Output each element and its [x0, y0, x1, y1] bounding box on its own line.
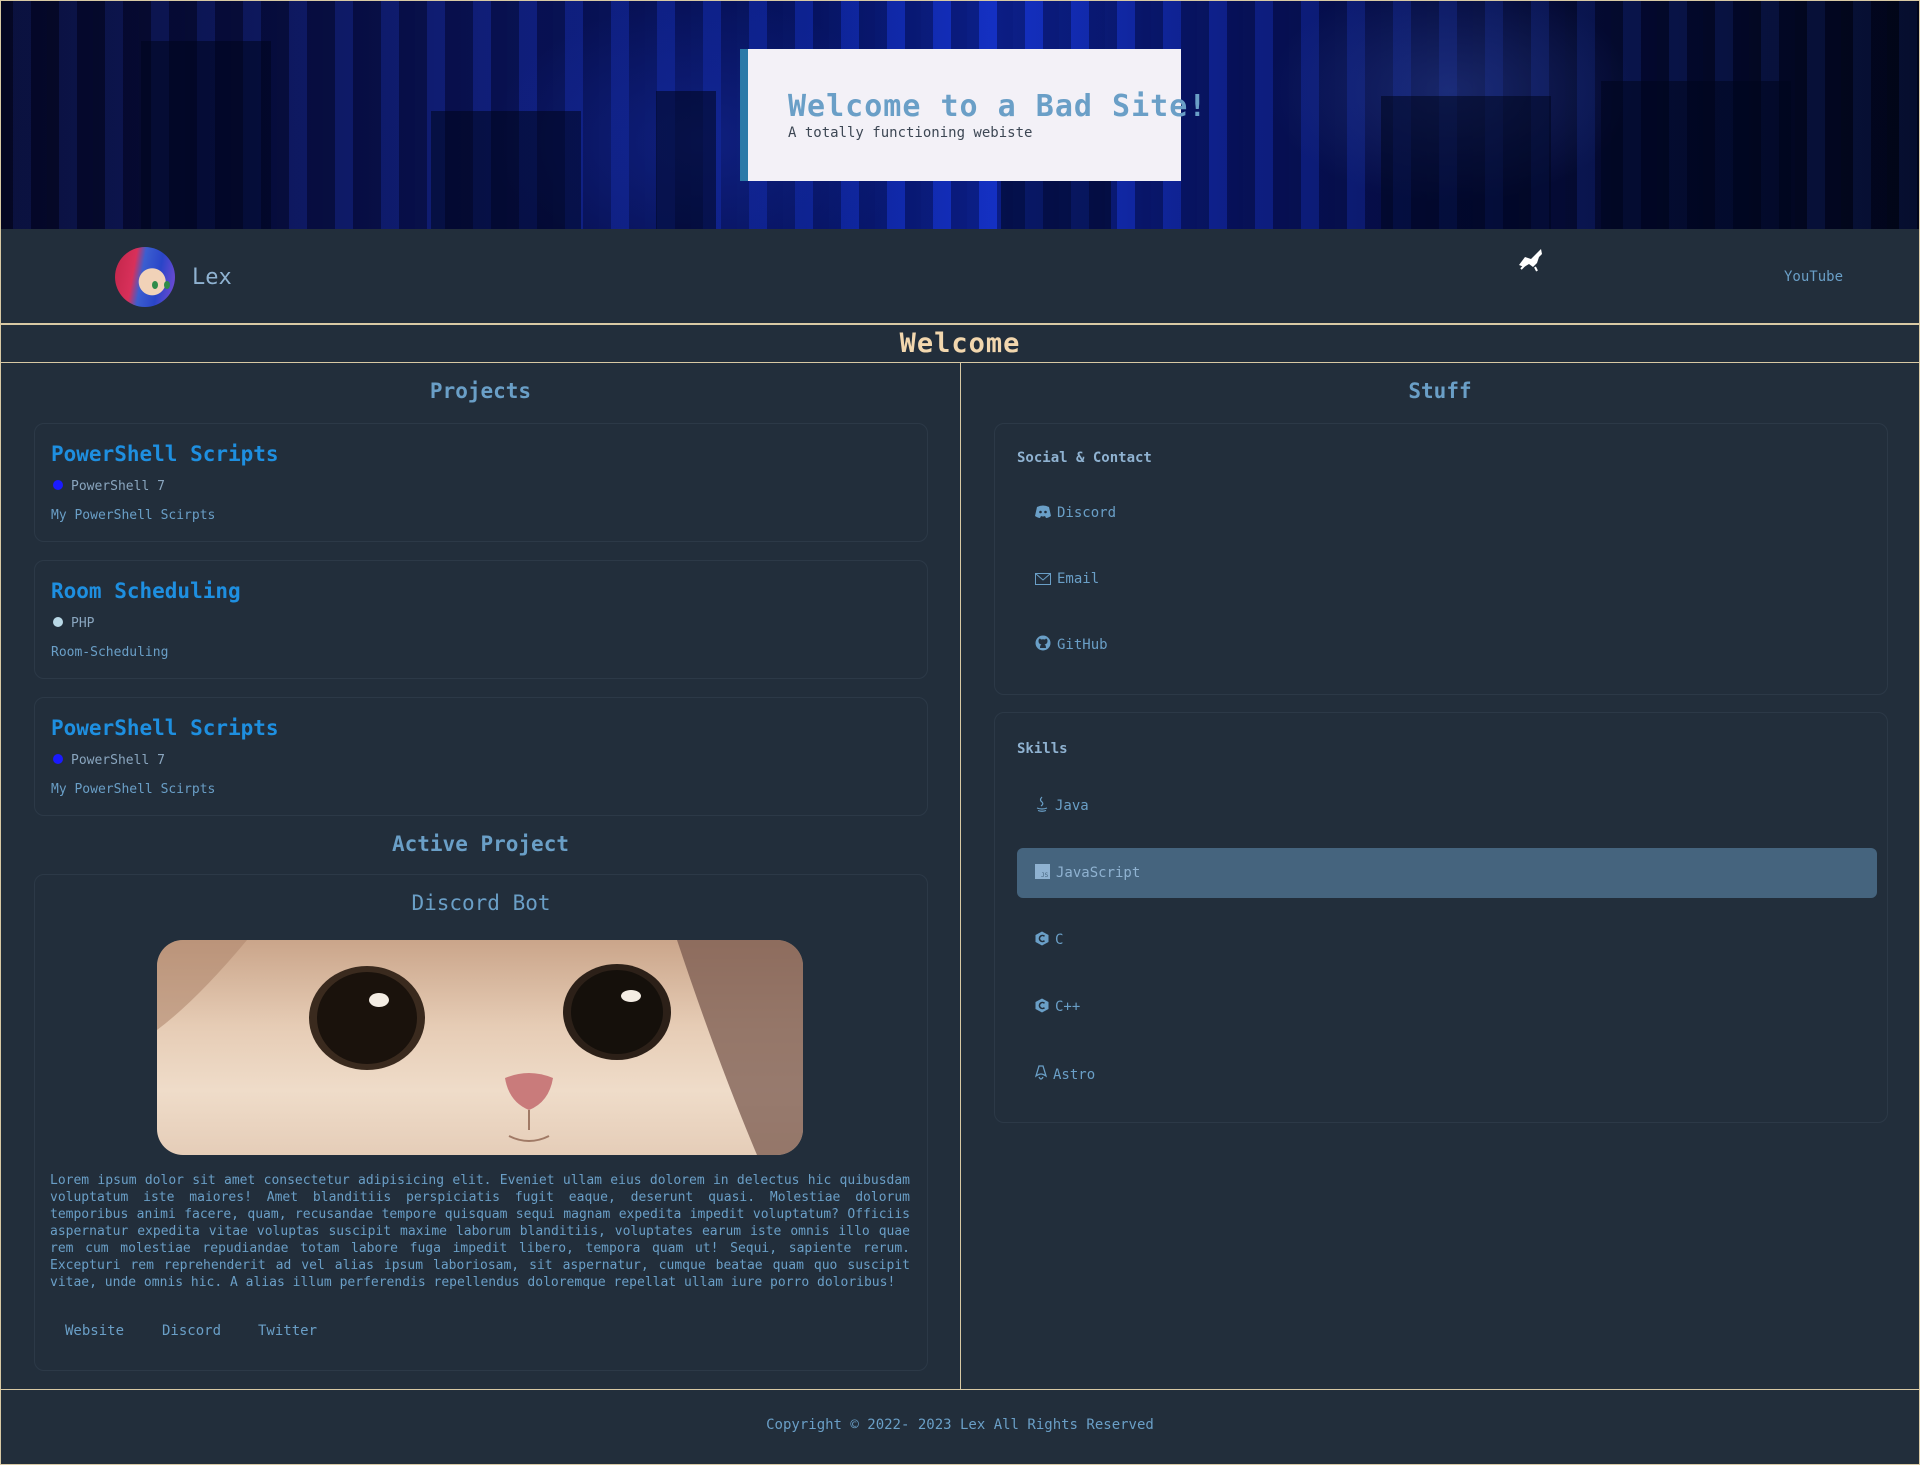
skill-javascript[interactable]: JS JavaScript — [1017, 848, 1877, 898]
active-project-link-discord[interactable]: Discord — [162, 1323, 221, 1339]
active-project-title: Discord Bot — [411, 891, 551, 915]
hero-banner: Welcome to a Bad Site! A totally functio… — [0, 0, 1920, 230]
project-description: Room-Scheduling — [51, 645, 169, 660]
welcome-card: Welcome to a Bad Site! A totally functio… — [740, 49, 1206, 181]
running-cat-icon — [1519, 249, 1542, 272]
project-card[interactable]: PowerShell Scripts PowerShell 7 My Power… — [34, 423, 928, 542]
java-icon — [1036, 796, 1048, 812]
site-title: Welcome to a Bad Site! — [788, 89, 1208, 124]
stuff-column: Stuff Social & Contact Discord Email Git… — [961, 363, 1919, 1389]
project-description: My PowerShell Scirpts — [51, 782, 216, 797]
section-title: Welcome — [899, 328, 1021, 359]
mail-icon — [1035, 573, 1051, 585]
skills-title: Skills — [1017, 741, 1068, 757]
brand-name[interactable]: Lex — [192, 265, 232, 290]
project-card[interactable]: Room Scheduling PHP Room-Scheduling — [34, 560, 928, 679]
social-link-github[interactable]: GitHub — [1017, 620, 1877, 670]
social-card: Social & Contact Discord Email GitHub — [994, 423, 1888, 695]
project-language: PowerShell 7 — [53, 479, 165, 494]
section-header: Welcome — [0, 324, 1920, 362]
navbar: Lex YouTube — [0, 229, 1920, 324]
social-title: Social & Contact — [1017, 450, 1152, 466]
social-link-discord[interactable]: Discord — [1017, 488, 1877, 538]
skill-java[interactable]: Java — [1017, 781, 1877, 831]
active-project-description: Lorem ipsum dolor sit amet consectetur a… — [50, 1173, 910, 1290]
language-dot-icon — [53, 480, 63, 490]
avatar[interactable] — [115, 247, 175, 307]
project-title[interactable]: PowerShell Scripts — [51, 716, 279, 740]
project-card[interactable]: PowerShell Scripts PowerShell 7 My Power… — [34, 697, 928, 816]
astro-icon — [1034, 1065, 1048, 1080]
cpp-icon — [1035, 998, 1049, 1013]
cat-photo — [157, 940, 803, 1155]
skills-card: Skills Java JS JavaScript C C++ Astro — [994, 712, 1888, 1123]
language-dot-icon — [53, 617, 63, 627]
project-language: PHP — [53, 616, 94, 631]
stuff-heading: Stuff — [1408, 379, 1472, 403]
svg-text:JS: JS — [1041, 872, 1049, 879]
github-icon — [1035, 635, 1051, 651]
nav-link-youtube[interactable]: YouTube — [1784, 269, 1843, 285]
footer: Copyright © 2022- 2023 Lex All Rights Re… — [0, 1389, 1920, 1465]
social-link-email[interactable]: Email — [1017, 554, 1877, 604]
cat-face-image — [157, 940, 803, 1155]
skill-c[interactable]: C — [1017, 915, 1877, 965]
project-title[interactable]: PowerShell Scripts — [51, 442, 279, 466]
language-dot-icon — [53, 754, 63, 764]
copyright-text: Copyright © 2022- 2023 Lex All Rights Re… — [766, 1417, 1154, 1433]
javascript-icon: JS — [1035, 864, 1050, 879]
skill-cpp[interactable]: C++ — [1017, 982, 1877, 1032]
project-title[interactable]: Room Scheduling — [51, 579, 241, 603]
projects-heading: Projects — [429, 379, 532, 403]
active-project-link-twitter[interactable]: Twitter — [258, 1323, 317, 1339]
active-project-heading: Active Project — [391, 832, 569, 856]
project-description: My PowerShell Scirpts — [51, 508, 216, 523]
discord-icon — [1035, 505, 1051, 518]
skill-astro[interactable]: Astro — [1017, 1050, 1877, 1100]
active-project-link-website[interactable]: Website — [65, 1323, 124, 1339]
site-subtitle: A totally functioning webiste — [788, 125, 1033, 141]
c-icon — [1035, 931, 1049, 946]
project-language: PowerShell 7 — [53, 753, 165, 768]
